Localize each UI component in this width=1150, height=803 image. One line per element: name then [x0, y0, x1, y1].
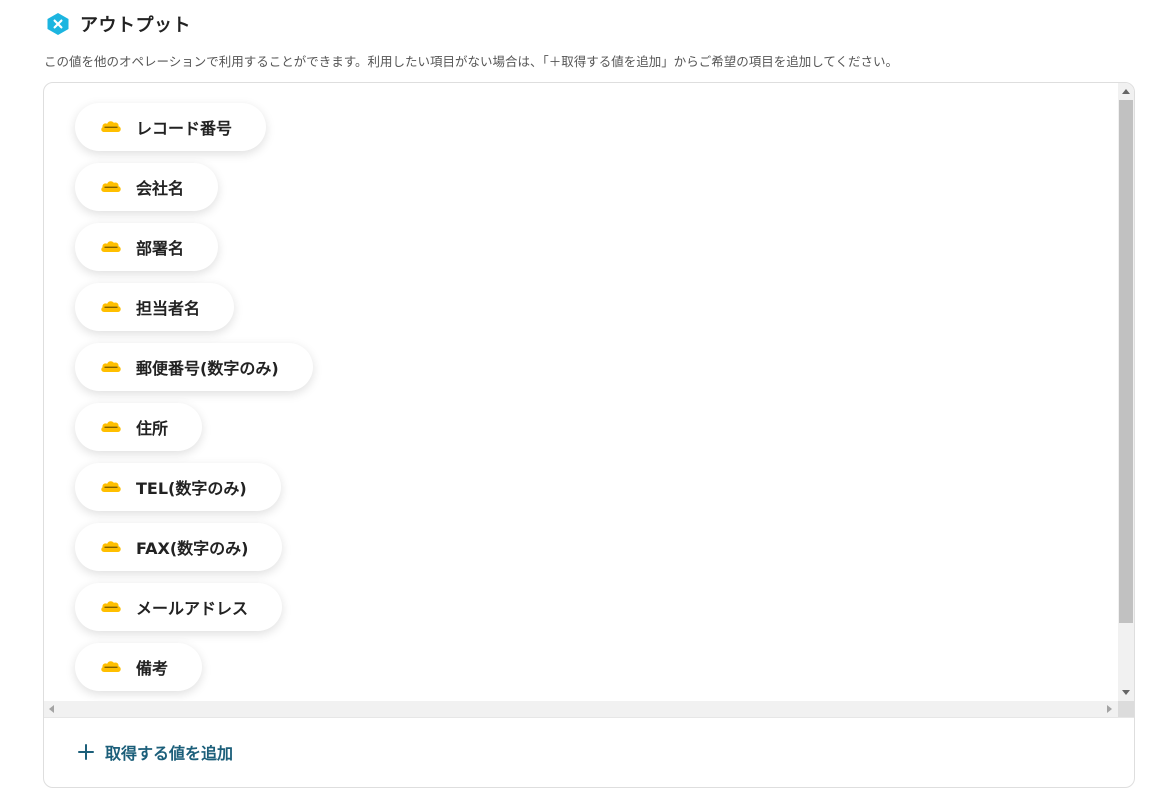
list-item: 備考 [75, 643, 313, 701]
output-chip[interactable]: 住所 [75, 403, 203, 451]
list-item: 住所 [75, 403, 313, 463]
section-header: アウトプット [46, 11, 191, 37]
output-chip[interactable]: TEL(数字のみ) [75, 463, 281, 511]
yoom-logo-icon [47, 13, 69, 35]
plus-icon [78, 744, 94, 760]
output-chip-label: TEL(数字のみ) [136, 479, 247, 498]
list-item: 会社名 [75, 163, 313, 223]
panel-footer: 取得する値を追加 [44, 717, 1134, 787]
output-chip-label: 部署名 [136, 239, 185, 258]
output-chip-label: レコード番号 [136, 119, 233, 138]
output-chip-label: メールアドレス [136, 599, 249, 618]
add-value-label: 取得する値を追加 [105, 744, 234, 763]
kintone-icon [101, 181, 121, 192]
kintone-icon [101, 601, 121, 612]
scroll-left-arrow-icon[interactable] [49, 705, 54, 713]
kintone-icon [101, 361, 121, 372]
scroll-down-arrow-icon[interactable] [1122, 690, 1130, 695]
output-chip[interactable]: 担当者名 [75, 283, 235, 331]
output-chip-label: 備考 [136, 659, 169, 678]
list-item: 部署名 [75, 223, 313, 283]
list-item: 担当者名 [75, 283, 313, 343]
output-chip[interactable]: 備考 [75, 643, 203, 691]
add-value-button[interactable]: 取得する値を追加 [78, 740, 233, 764]
kintone-icon [101, 121, 121, 132]
output-list: レコード番号 会社名部署名担当者名郵便番号(数字のみ) 住所 TEL(数字のみ) FAX… [75, 103, 313, 701]
list-item: FAX(数字のみ) [75, 523, 313, 583]
output-chip[interactable]: FAX(数字のみ) [75, 523, 283, 571]
output-chip[interactable]: 郵便番号(数字のみ) [75, 343, 313, 391]
kintone-icon [101, 241, 121, 252]
output-chip-label: FAX(数字のみ) [136, 539, 249, 558]
output-chip[interactable]: 部署名 [75, 223, 219, 271]
horizontal-scrollbar[interactable] [44, 701, 1118, 717]
output-chip-label: 住所 [136, 419, 169, 438]
scroll-up-arrow-icon[interactable] [1122, 89, 1130, 94]
section-title: アウトプット [80, 15, 191, 36]
output-chip-label: 担当者名 [136, 299, 201, 318]
output-chip-label: 会社名 [136, 179, 185, 198]
kintone-icon [101, 301, 121, 312]
vertical-scrollbar-thumb[interactable] [1119, 100, 1133, 623]
kintone-icon [101, 481, 121, 492]
list-item: 郵便番号(数字のみ) [75, 343, 313, 403]
kintone-icon [101, 421, 121, 432]
output-panel: レコード番号 会社名部署名担当者名郵便番号(数字のみ) 住所 TEL(数字のみ) FAX… [43, 82, 1135, 788]
kintone-icon [101, 661, 121, 672]
list-item: TEL(数字のみ) [75, 463, 313, 523]
vertical-scrollbar[interactable] [1118, 83, 1134, 701]
list-item: メールアドレス [75, 583, 313, 643]
output-chip[interactable]: 会社名 [75, 163, 219, 211]
scrollbar-corner [1118, 701, 1134, 717]
output-list-scroll-area[interactable]: レコード番号 会社名部署名担当者名郵便番号(数字のみ) 住所 TEL(数字のみ) FAX… [44, 83, 1118, 701]
output-chip[interactable]: メールアドレス [75, 583, 283, 631]
output-chip-label: 郵便番号(数字のみ) [136, 359, 279, 378]
scroll-right-arrow-icon[interactable] [1107, 705, 1112, 713]
kintone-icon [101, 541, 121, 552]
section-description: この値を他のオペレーションで利用することができます。利用したい項目がない場合は、… [44, 54, 899, 69]
list-item: レコード番号 [75, 103, 313, 163]
output-chip[interactable]: レコード番号 [75, 103, 267, 151]
